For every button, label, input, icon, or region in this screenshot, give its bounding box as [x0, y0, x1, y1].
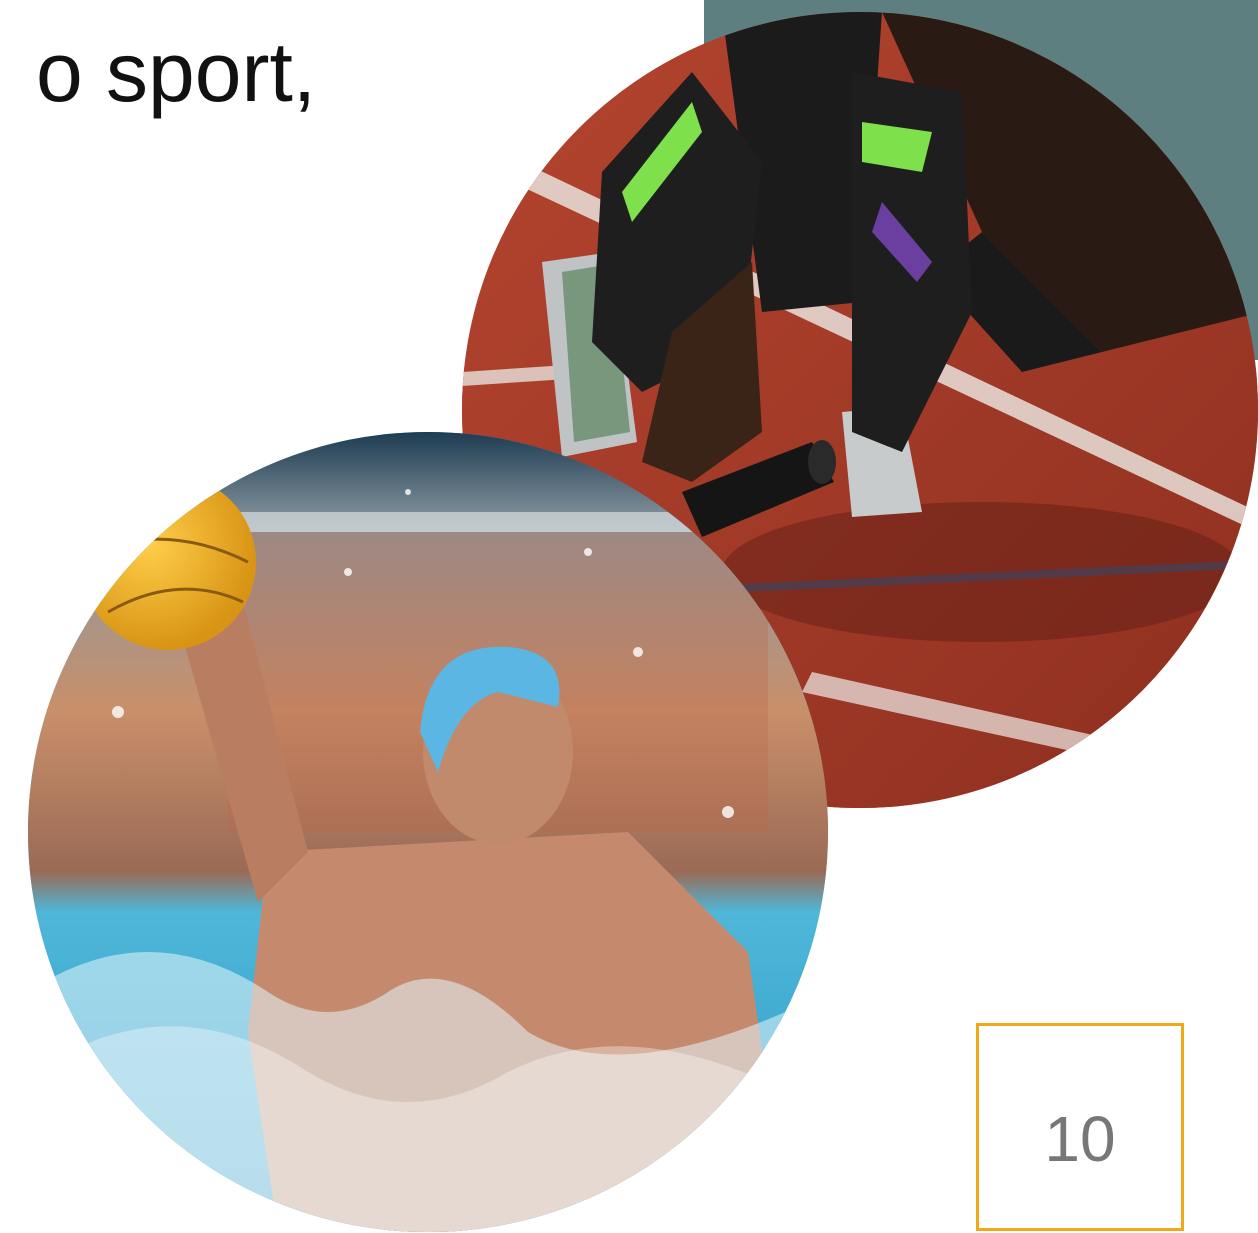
water-polo-player-photo [28, 432, 828, 1232]
slide-heading: o sport, [36, 25, 317, 119]
page-number: 10 [1044, 1103, 1116, 1175]
page-number-box: 10 [976, 1023, 1184, 1231]
water-polo-illustration [28, 432, 828, 1232]
slide: o sport, 10 [0, 0, 1258, 1233]
